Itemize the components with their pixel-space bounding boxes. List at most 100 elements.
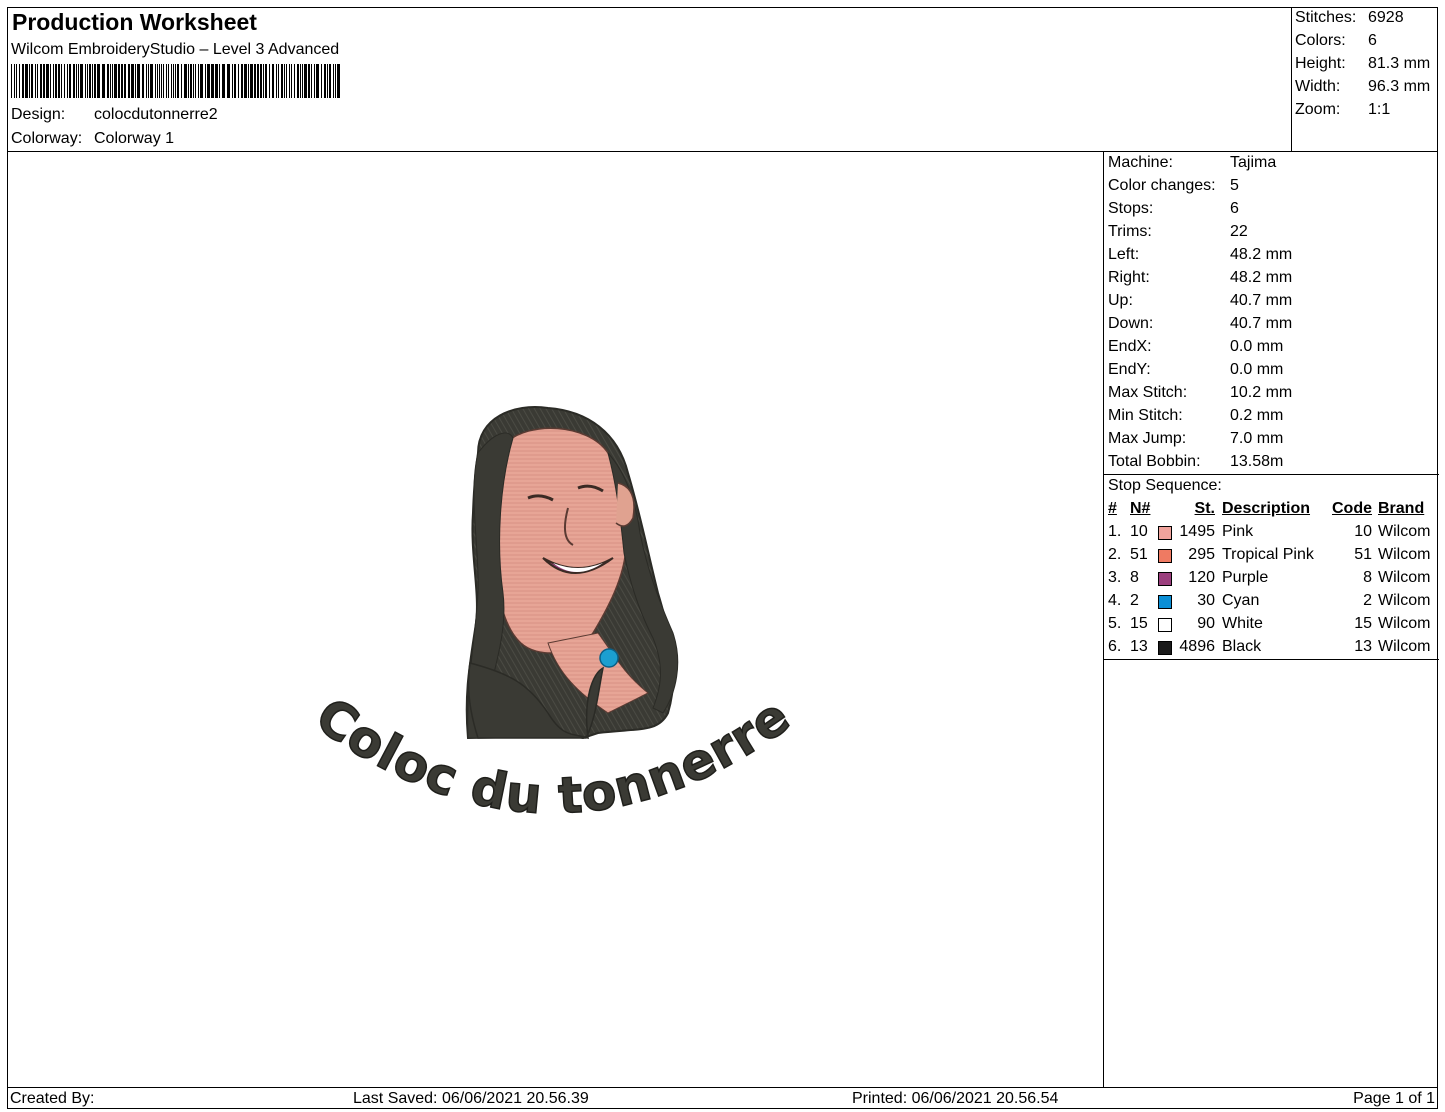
machine-info-value: 48.2 mm	[1230, 246, 1293, 263]
seq-row-description: White	[1222, 615, 1263, 632]
page-number: Page 1 of 1	[1353, 1090, 1435, 1107]
color-swatch	[1158, 595, 1172, 609]
width-label: Width:	[1295, 78, 1341, 95]
width-row: Width: 96.3 mm	[1295, 78, 1430, 96]
barcode	[11, 64, 340, 98]
seq-row-needle: 13	[1130, 638, 1148, 655]
machine-info-label: Color changes:	[1108, 177, 1216, 194]
machine-info-value: 48.2 mm	[1230, 269, 1293, 286]
seq-row-num: 6.	[1108, 638, 1122, 655]
machine-info-label: Down:	[1108, 315, 1154, 332]
machine-info-row: Right: 48.2 mm	[1108, 269, 1292, 287]
page-title: Production Worksheet	[12, 9, 257, 35]
machine-info-label: Max Jump:	[1108, 430, 1187, 447]
machine-info-label: Left:	[1108, 246, 1140, 263]
seq-header-brand: Brand	[1378, 500, 1425, 517]
seq-row-stitches: 4896	[1179, 638, 1215, 655]
colorway-value: Colorway 1	[94, 130, 175, 147]
panel-divider	[1104, 474, 1439, 475]
colors-label: Colors:	[1295, 32, 1346, 49]
machine-info-value: 22	[1230, 223, 1248, 240]
colors-value: 6	[1368, 32, 1377, 49]
width-value: 96.3 mm	[1368, 78, 1431, 95]
machine-info-row: Up: 40.7 mm	[1108, 292, 1292, 310]
seq-row-stitches: 1495	[1179, 523, 1215, 540]
machine-info-value: 6	[1230, 200, 1239, 217]
machine-info-label: Max Stitch:	[1108, 384, 1188, 401]
stitches-value: 6928	[1368, 9, 1404, 26]
seq-header-description: Description	[1222, 500, 1311, 517]
zoom-row: Zoom: 1:1	[1295, 101, 1390, 119]
machine-info-value: 40.7 mm	[1230, 292, 1293, 309]
seq-row-description: Cyan	[1222, 592, 1260, 609]
seq-row-stitches: 30	[1197, 592, 1215, 609]
machine-info-row: EndY: 0.0 mm	[1108, 361, 1283, 379]
machine-info-label: Trims:	[1108, 223, 1152, 240]
embroidery-design: Coloc du tonnerre	[305, 406, 800, 826]
seq-row-num: 5.	[1108, 615, 1122, 632]
seq-row-brand: Wilcom	[1378, 546, 1431, 563]
zoom-value: 1:1	[1368, 101, 1391, 118]
seq-row-description: Purple	[1222, 569, 1269, 586]
machine-info-value: 0.2 mm	[1230, 407, 1284, 424]
design-label: Design:	[11, 106, 66, 123]
seq-row-needle: 8	[1130, 569, 1139, 586]
machine-info-row: Stops: 6	[1108, 200, 1239, 218]
design-value: colocdutonnerre2	[94, 106, 218, 123]
color-swatch	[1158, 526, 1172, 540]
machine-info-label: EndY:	[1108, 361, 1151, 378]
machine-info-row: Total Bobbin: 13.58m	[1108, 453, 1283, 471]
machine-info-label: Total Bobbin:	[1108, 453, 1201, 470]
colors-row: Colors: 6	[1295, 32, 1377, 50]
software-name: Wilcom EmbroideryStudio – Level 3 Advanc…	[11, 41, 340, 58]
design-preview: Coloc du tonnerre	[8, 153, 1102, 1086]
machine-info-value: Tajima	[1230, 154, 1277, 171]
machine-info-value: 0.0 mm	[1230, 361, 1284, 378]
zoom-label: Zoom:	[1295, 101, 1341, 118]
seq-row-code: 10	[1354, 523, 1372, 540]
seq-header-st: St.	[1194, 500, 1215, 517]
colorway-row: Colorway: Colorway 1	[11, 130, 174, 148]
seq-row-brand: Wilcom	[1378, 592, 1431, 609]
machine-info-label: Machine:	[1108, 154, 1173, 171]
design-summary: Stitches: 6928 Colors: 6 Height: 81.3 mm Wi…	[1292, 7, 1438, 152]
height-row: Height: 81.3 mm	[1295, 55, 1430, 73]
machine-info-row: Color changes: 5	[1108, 177, 1239, 195]
machine-info-value: 0.0 mm	[1230, 338, 1284, 355]
seq-row-brand: Wilcom	[1378, 523, 1431, 540]
seq-row-description: Tropical Pink	[1222, 546, 1314, 563]
worksheet-footer: Created By: Last Saved: 06/06/2021 20.56…	[7, 1087, 1438, 1109]
seq-row-num: 1.	[1108, 523, 1122, 540]
worksheet-header: Production Worksheet Wilcom EmbroiderySt…	[7, 7, 1292, 152]
height-label: Height:	[1295, 55, 1346, 72]
seq-row-stitches: 120	[1188, 569, 1215, 586]
seq-row-brand: Wilcom	[1378, 615, 1431, 632]
machine-info-label: Up:	[1108, 292, 1133, 309]
last-saved: Last Saved: 06/06/2021 20.56.39	[353, 1090, 589, 1107]
seq-row-needle: 15	[1130, 615, 1148, 632]
seq-row-description: Black	[1222, 638, 1262, 655]
seq-header-num: #	[1108, 500, 1117, 517]
machine-info-row: Left: 48.2 mm	[1108, 246, 1292, 264]
machine-info-row: Down: 40.7 mm	[1108, 315, 1292, 333]
machine-info-row: Trims: 22	[1108, 223, 1248, 241]
machine-info-value: 5	[1230, 177, 1239, 194]
pendant	[599, 648, 619, 668]
color-swatch	[1158, 641, 1172, 655]
panel-divider-bottom	[1104, 659, 1439, 660]
printed-date: Printed: 06/06/2021 20.56.54	[852, 1090, 1059, 1107]
stop-sequence-label: Stop Sequence:	[1108, 477, 1222, 494]
machine-info-row: Max Jump: 7.0 mm	[1108, 430, 1283, 448]
seq-row-code: 13	[1354, 638, 1372, 655]
color-swatch	[1158, 572, 1172, 586]
seq-header-code: Code	[1332, 500, 1372, 517]
seq-row-brand: Wilcom	[1378, 569, 1431, 586]
machine-info-row: EndX: 0.0 mm	[1108, 338, 1283, 356]
machine-info-row: Min Stitch: 0.2 mm	[1108, 407, 1283, 425]
seq-row-needle: 2	[1130, 592, 1139, 609]
created-by: Created By:	[10, 1090, 95, 1107]
design-row: Design: colocdutonnerre2	[11, 106, 218, 124]
seq-row-brand: Wilcom	[1378, 638, 1431, 655]
seq-row-num: 2.	[1108, 546, 1122, 563]
colorway-label: Colorway:	[11, 130, 83, 147]
